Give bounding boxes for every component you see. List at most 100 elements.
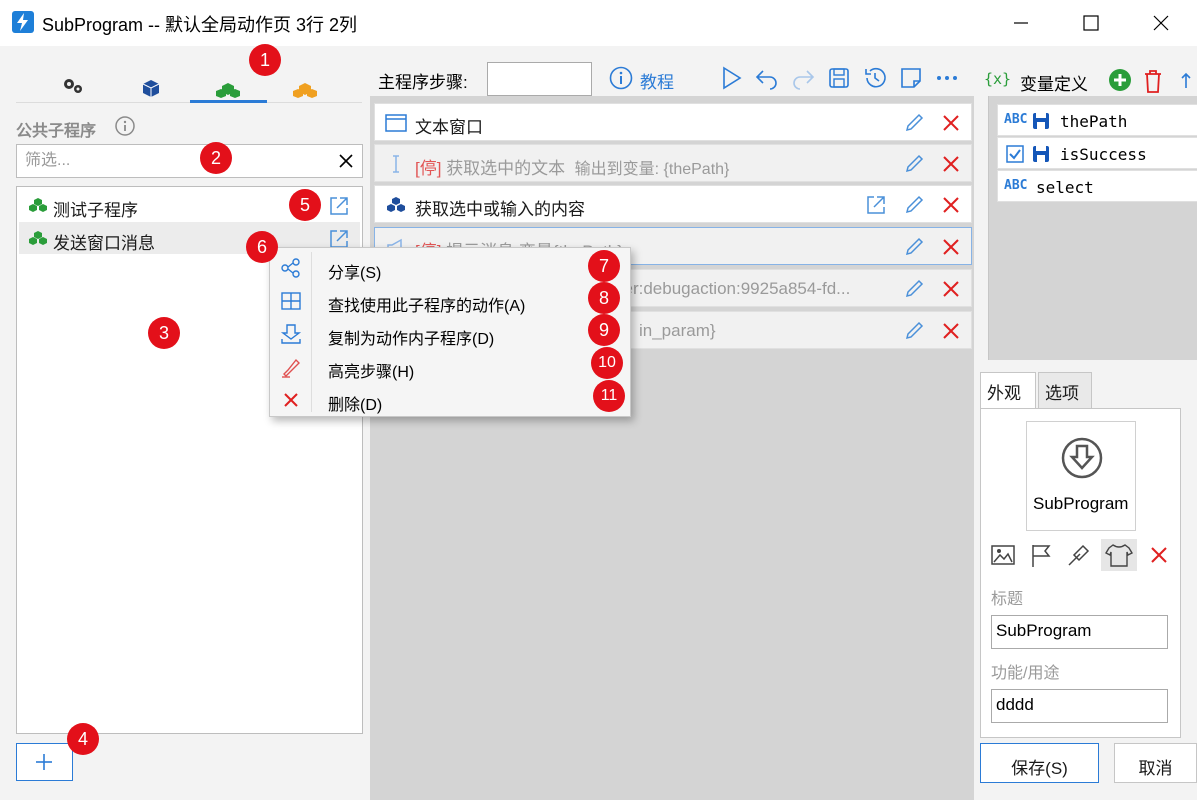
delete-icon[interactable] (941, 113, 961, 133)
undo-icon[interactable] (754, 65, 780, 91)
tab-divider (16, 102, 362, 103)
delete-icon[interactable] (1145, 541, 1173, 569)
filter-input[interactable] (25, 150, 325, 172)
more-icon[interactable] (934, 65, 960, 91)
delete-icon[interactable] (941, 279, 961, 299)
window-icon (385, 113, 407, 133)
tab-actions[interactable] (113, 70, 189, 104)
open-external-icon[interactable] (328, 195, 350, 217)
menu-item-label: 查找使用此子程序的动作(A) (328, 298, 526, 315)
eyedropper-icon[interactable] (1065, 541, 1093, 569)
open-external-icon[interactable] (865, 194, 887, 216)
clear-icon[interactable] (338, 153, 354, 169)
shirt-icon[interactable] (1101, 539, 1137, 571)
variable-name: thePath (1060, 112, 1128, 131)
info-icon[interactable] (114, 115, 136, 137)
image-icon[interactable] (989, 541, 1017, 569)
icon-preview[interactable]: SubProgram (1026, 421, 1136, 531)
menu-item-share[interactable]: 分享(S) (270, 251, 630, 284)
redo-icon[interactable] (790, 65, 816, 91)
gears-icon (64, 79, 82, 93)
list-item-label: 测试子程序 (53, 201, 138, 220)
variable-row[interactable]: ABC select (997, 170, 1197, 202)
close-icon[interactable] (1146, 8, 1176, 38)
context-menu: 分享(S) 查找使用此子程序的动作(A) 复制为动作内子程序(D) 高亮步骤(H… (269, 247, 631, 417)
history-icon[interactable] (862, 65, 888, 91)
variables-list: ABC thePath isSuccess ABC select (988, 96, 1197, 360)
main-steps-input[interactable] (487, 62, 592, 96)
variable-name: isSuccess (1060, 145, 1147, 164)
note-icon[interactable] (898, 65, 924, 91)
save-button-label: 保存(S) (1011, 759, 1068, 778)
step-text: [停] 获取选中的文本 输出到变量: {thePath} (415, 159, 730, 178)
share-icon (280, 257, 302, 279)
filter-box (16, 144, 363, 178)
grid-icon (280, 290, 302, 312)
variables-title: 变量定义 (1020, 75, 1088, 94)
cancel-button-label: 取消 (1138, 759, 1173, 778)
delete-icon[interactable] (941, 321, 961, 341)
delete-icon[interactable] (941, 195, 961, 215)
tab-appearance[interactable]: 外观 (980, 372, 1036, 408)
edit-icon[interactable] (903, 278, 925, 300)
add-subprogram-button[interactable] (16, 743, 73, 781)
purpose-input[interactable]: dddd (991, 689, 1168, 723)
delete-x-icon (280, 389, 302, 411)
cube-blue-icon (142, 80, 160, 97)
title-bar: SubProgram -- 默认全局动作页 3行 2列 (0, 0, 1197, 46)
checkbox-type-icon (1006, 145, 1024, 163)
save-button[interactable]: 保存(S) (980, 743, 1099, 783)
minimize-icon[interactable] (1006, 8, 1036, 38)
edit-icon[interactable] (903, 153, 925, 175)
title-input[interactable]: SubProgram (991, 615, 1168, 649)
step-row[interactable]: 获取选中或输入的内容 (374, 185, 972, 223)
info-icon (609, 66, 633, 90)
tab-options[interactable]: 选项 (1038, 372, 1092, 408)
menu-item-label: 高亮步骤(H) (328, 364, 415, 381)
edit-icon[interactable] (903, 236, 925, 258)
menu-item-highlight[interactable]: 高亮步骤(H) (270, 350, 630, 383)
lightning-app-icon (12, 11, 34, 33)
active-tab-indicator (190, 100, 267, 103)
move-icon[interactable] (1172, 68, 1192, 94)
step-row[interactable]: [停] 获取选中的文本 输出到变量: {thePath} (374, 144, 972, 182)
variable-row[interactable]: ABC thePath (997, 104, 1197, 136)
play-icon[interactable] (718, 65, 744, 91)
variable-row[interactable]: isSuccess (997, 137, 1197, 169)
annotation-badge: 5 (289, 189, 321, 221)
cancel-button[interactable]: 取消 (1114, 743, 1197, 783)
tutorial-link[interactable]: 教程 (608, 65, 674, 92)
cubes-green-icon (216, 83, 240, 98)
step-row[interactable]: 文本窗口 (374, 103, 972, 141)
tab-external[interactable] (267, 70, 343, 104)
delete-icon[interactable] (941, 237, 961, 257)
trash-icon[interactable] (1142, 68, 1164, 94)
tab-subprograms[interactable] (190, 70, 266, 104)
add-variable-icon[interactable] (1108, 68, 1132, 92)
maximize-icon[interactable] (1076, 8, 1106, 38)
save-icon[interactable] (826, 65, 852, 91)
window-title: SubProgram -- 默认全局动作页 3行 2列 (42, 15, 358, 35)
edit-icon[interactable] (903, 320, 925, 342)
right-panel: {x} 变量定义 ABC thePath isSuccess ABC selec… (974, 46, 1197, 800)
edit-icon[interactable] (903, 194, 925, 216)
flag-icon[interactable] (1027, 541, 1055, 569)
copy-download-icon (280, 323, 302, 345)
delete-icon[interactable] (941, 154, 961, 174)
menu-item-delete[interactable]: 删除(D) (270, 383, 630, 416)
cubes-green-icon (27, 196, 49, 214)
annotation-badge: 4 (67, 723, 99, 755)
purpose-label: 功能/用途 (991, 665, 1060, 682)
menu-item-label: 删除(D) (328, 397, 383, 414)
title-label: 标题 (991, 591, 1024, 608)
menu-item-label: 分享(S) (328, 265, 382, 282)
cubes-blue-icon (385, 195, 407, 215)
download-circle-icon (1060, 436, 1104, 480)
menu-item-find-usages[interactable]: 查找使用此子程序的动作(A) (270, 284, 630, 317)
edit-icon[interactable] (903, 112, 925, 134)
menu-item-copy-inline[interactable]: 复制为动作内子程序(D) (270, 317, 630, 350)
tab-settings[interactable] (36, 70, 112, 104)
steps-toolbar: 主程序步骤: 教程 (370, 46, 974, 96)
step-text: in_param} (639, 321, 716, 340)
step-text: ker:debugaction:9925a854-fd... (615, 279, 851, 298)
